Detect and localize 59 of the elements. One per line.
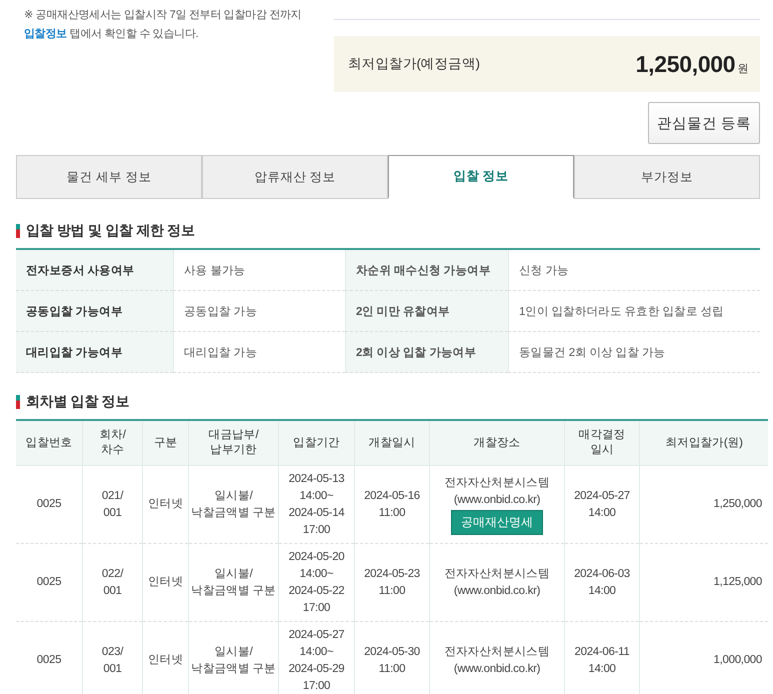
table-header-cell: 2인 미만 유찰여부 [345,291,508,332]
tab[interactable]: 부가정보 [574,155,760,199]
table-cell: 1,000,000 [640,622,768,694]
tab[interactable]: 압류재산 정보 [202,155,388,199]
table-cell: 인터넷 [142,466,188,544]
table-cell: 신청 가능 [508,250,760,291]
table-cell: 일시불/ 낙찰금액별 구분 [188,622,278,694]
table-cell: 022/ 001 [82,544,142,622]
table-cell: 2024-06-11 14:00 [564,622,640,694]
table-cell: 1,125,000 [640,544,768,622]
tab[interactable]: 물건 세부 정보 [16,155,202,199]
statement-button[interactable]: 공매재산명세 [451,510,543,534]
table-cell: 2024-05-20 14:00~ 2024-05-22 17:00 [278,544,354,622]
column-header: 매각결정 일시 [564,420,640,466]
section-title: 입찰 방법 및 입찰 제한 정보 [26,222,195,240]
table-cell: 2024-05-27 14:00~ 2024-05-29 17:00 [278,622,354,694]
table-cell: 0025 [16,622,82,694]
table-cell: 2024-05-16 11:00 [354,466,430,544]
table-header-cell: 2회 이상 입찰 가능여부 [345,332,508,373]
column-header: 개찰장소 [430,420,564,466]
table-header-cell: 차순위 매수신청 가능여부 [345,250,508,291]
price-unit: 원 [737,62,748,76]
price-amount: 1,250,000 [636,50,736,78]
column-header: 입찰번호 [16,420,82,466]
table-cell: 전자자산처분시스템 (www.onbid.co.kr) [430,622,564,694]
column-header: 구분 [142,420,188,466]
table-cell: 동일물건 2회 이상 입찰 가능 [508,332,760,373]
table-cell: 0025 [16,544,82,622]
table-cell: 인터넷 [142,622,188,694]
column-header: 최저입찰가(원) [640,420,768,466]
table-cell: 021/ 001 [82,466,142,544]
table-cell: 1,250,000 [640,466,768,544]
section-marker-icon [16,395,20,409]
table-cell: 일시불/ 낙찰금액별 구분 [188,466,278,544]
table-cell: 전자자산처분시스템 (www.onbid.co.kr) [430,544,564,622]
watchlist-button[interactable]: 관심물건 등록 [648,102,760,144]
column-header: 입찰기간 [278,420,354,466]
table-header-cell: 전자보증서 사용여부 [16,250,173,291]
section-title: 회차별 입찰 정보 [26,393,130,411]
section-marker-icon [16,224,20,238]
column-header: 회차/ 차수 [82,420,142,466]
column-header: 개찰일시 [354,420,430,466]
table-cell: 2024-05-30 11:00 [354,622,430,694]
column-header: 대금납부/ 납부기한 [188,420,278,466]
table-cell: 일시불/ 낙찰금액별 구분 [188,544,278,622]
table-cell: 2024-05-27 14:00 [564,466,640,544]
table-header-cell: 공동입찰 가능여부 [16,291,173,332]
table-cell: 2024-05-23 11:00 [354,544,430,622]
table-cell: 2024-06-03 14:00 [564,544,640,622]
notice-text: ※ 공매재산명세서는 입찰시작 7일 전부터 입찰마감 전까지 입찰정보 탭에서 확인할 수 있습니다. [24,8,302,42]
tab[interactable]: 입찰 정보 [388,155,574,199]
table-cell: 인터넷 [142,544,188,622]
price-label: 최저입찰가(예정금액) [348,55,480,73]
place-text: 전자자산처분시스템 (www.onbid.co.kr) [444,476,550,508]
table-cell: 023/ 001 [82,622,142,694]
table-cell: 0025 [16,466,82,544]
table-cell: 2024-05-13 14:00~ 2024-05-14 17:00 [278,466,354,544]
table-header-cell: 대리입찰 가능여부 [16,332,173,373]
table-cell: 1인이 입찰하더라도 유효한 입찰로 성립 [508,291,760,332]
